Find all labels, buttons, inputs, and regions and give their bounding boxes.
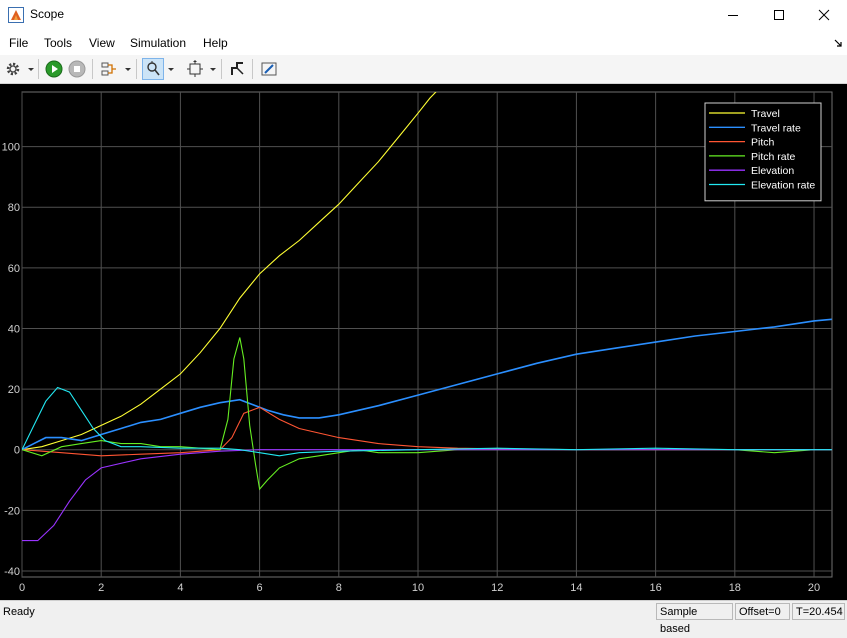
data-cursor-button[interactable]: [227, 58, 249, 80]
run-icon: [45, 60, 63, 78]
zoom-icon: [147, 61, 160, 76]
run-button[interactable]: [43, 58, 65, 80]
legend-entry: Travel rate: [751, 122, 801, 134]
toolbar-separator: [92, 59, 93, 79]
y-tick-label: 40: [8, 323, 20, 335]
gear-icon: [6, 62, 20, 76]
stop-icon: [68, 60, 86, 78]
x-tick-label: 16: [649, 582, 661, 594]
scope-app-icon: [8, 7, 24, 23]
menu-view[interactable]: View: [89, 36, 115, 50]
highlight-icon: [261, 62, 277, 76]
settings-button[interactable]: [2, 58, 24, 80]
minimize-icon: [728, 15, 738, 16]
signal-selector-button[interactable]: [98, 58, 120, 80]
x-tick-label: 0: [19, 582, 25, 594]
fit-dropdown-icon[interactable]: [209, 64, 217, 74]
legend-entry: Pitch: [751, 137, 775, 149]
title-bar: Scope: [0, 0, 847, 30]
y-tick-label: -40: [4, 566, 20, 578]
x-tick-label: 18: [729, 582, 741, 594]
zoom-dropdown-icon[interactable]: [167, 64, 175, 74]
x-tick-label: 14: [570, 582, 582, 594]
highlight-button[interactable]: [258, 58, 280, 80]
scope-chart[interactable]: 0 2 4 6 8 10 12 14 16 18 20 -40 -20 0 20 40 60 80 100 Trave…: [0, 84, 847, 600]
fit-to-view-icon: [187, 60, 203, 77]
scope-display[interactable]: 0 2 4 6 8 10 12 14 16 18 20 -40 -20 0 20 40 60 80 100 Trave…: [0, 84, 847, 600]
menu-file[interactable]: File: [9, 36, 28, 50]
legend-entry: Elevation rate: [751, 180, 815, 192]
menu-simulation[interactable]: Simulation: [130, 36, 186, 50]
status-time: T=20.454: [792, 603, 845, 620]
x-tick-label: 4: [177, 582, 183, 594]
maximize-icon: [774, 10, 784, 20]
signal-dropdown-icon[interactable]: [124, 64, 132, 74]
signal-selector-icon: [101, 62, 116, 76]
y-tick-label: 60: [8, 263, 20, 275]
x-tick-label: 8: [336, 582, 342, 594]
settings-dropdown-icon[interactable]: [27, 64, 35, 74]
x-tick-label: 20: [808, 582, 820, 594]
y-tick-label: 20: [8, 384, 20, 396]
window-title: Scope: [30, 7, 65, 21]
y-tick-label: -20: [4, 505, 20, 517]
data-cursor-icon: [231, 62, 244, 75]
toolbar-separator: [221, 59, 222, 79]
status-offset: Offset=0: [735, 603, 790, 620]
x-tick-label: 2: [98, 582, 104, 594]
toolbar-separator: [38, 59, 39, 79]
toolbar: [0, 55, 847, 84]
x-tick-label: 12: [491, 582, 503, 594]
dock-arrow-icon[interactable]: [834, 39, 842, 47]
fit-to-view-button[interactable]: [184, 58, 206, 80]
y-tick-label: 100: [2, 142, 20, 154]
zoom-button[interactable]: [142, 58, 164, 80]
status-sample-mode: Sample based: [656, 603, 733, 635]
y-tick-label: 0: [14, 445, 20, 457]
toolbar-separator: [252, 59, 253, 79]
toolbar-separator: [136, 59, 137, 79]
close-icon: [818, 9, 830, 21]
status-bar: Ready Sample based Offset=0 T=20.454: [0, 600, 847, 635]
menu-bar: File Tools View Simulation Help: [0, 30, 847, 55]
stop-button[interactable]: [66, 58, 88, 80]
legend-entry: Pitch rate: [751, 151, 796, 163]
legend-entry: Travel: [751, 108, 780, 120]
status-ready: Ready: [3, 606, 35, 618]
minimize-button[interactable]: [710, 0, 756, 30]
x-tick-label: 10: [412, 582, 424, 594]
close-button[interactable]: [801, 0, 847, 30]
maximize-button[interactable]: [756, 0, 802, 30]
x-tick-label: 6: [257, 582, 263, 594]
menu-help[interactable]: Help: [203, 36, 228, 50]
legend-entry: Elevation: [751, 165, 794, 177]
menu-tools[interactable]: Tools: [44, 36, 72, 50]
y-tick-label: 80: [8, 202, 20, 214]
